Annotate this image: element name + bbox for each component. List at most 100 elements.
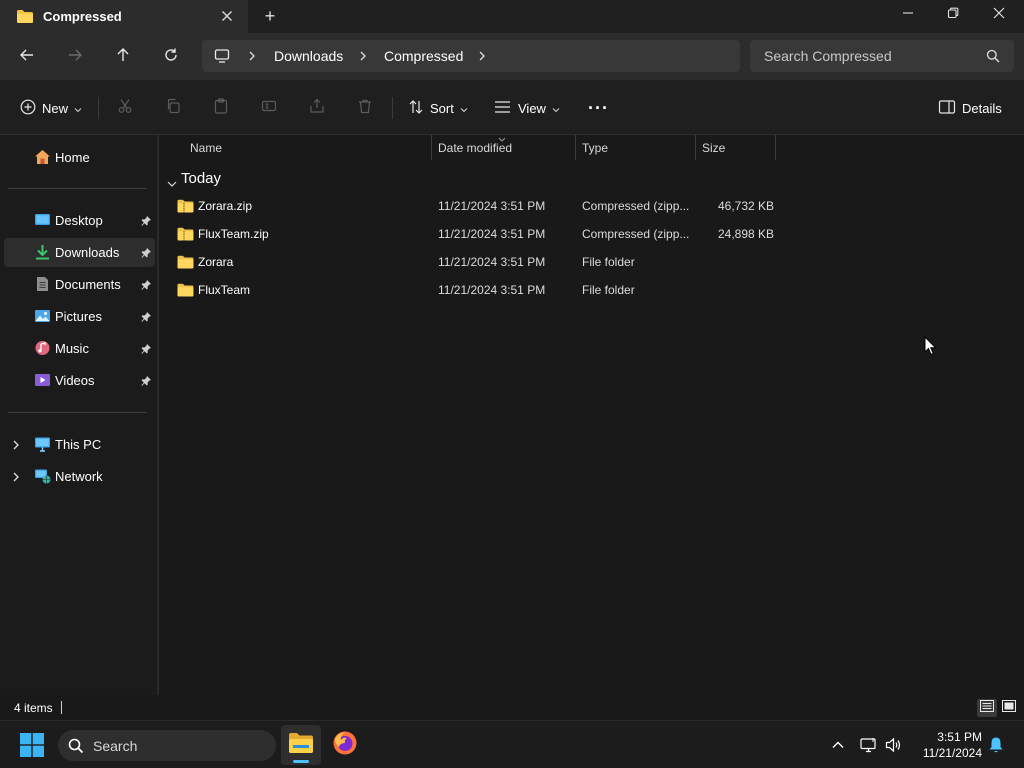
sidebar-item-documents[interactable]: Documents (4, 270, 155, 299)
chevron-right-icon[interactable] (476, 49, 488, 63)
music-icon (34, 340, 51, 361)
minimize-button[interactable] (885, 0, 931, 30)
sort-icon (408, 99, 424, 118)
breadcrumb-compressed[interactable]: Compressed (384, 48, 463, 64)
forward-button[interactable] (62, 44, 88, 70)
copy-icon (165, 98, 181, 119)
pin-icon[interactable] (141, 278, 152, 296)
pictures-icon (34, 308, 51, 329)
arrow-up-icon (115, 47, 131, 68)
restore-icon (947, 6, 959, 24)
taskbar-firefox-button[interactable] (325, 725, 365, 765)
sidebar-item-downloads[interactable]: Downloads (4, 238, 155, 267)
delete-button[interactable] (354, 97, 376, 119)
sidebar-item-music[interactable]: Music (4, 334, 155, 363)
sidebar-item-this-pc[interactable]: This PC (4, 430, 155, 459)
paste-button[interactable] (210, 97, 232, 119)
details-button[interactable]: Details (938, 95, 1002, 121)
column-header-date[interactable]: Date modified (432, 135, 575, 161)
file-type: Compressed (zipp... (582, 199, 690, 213)
sidebar-item-network[interactable]: Network (4, 462, 155, 491)
pc-icon[interactable] (214, 48, 230, 69)
view-button[interactable]: View (494, 95, 560, 121)
refresh-button[interactable] (158, 44, 184, 70)
zip-folder-icon (177, 199, 194, 218)
copy-button[interactable] (162, 97, 184, 119)
close-icon[interactable] (218, 7, 236, 25)
file-date: 11/21/2024 3:51 PM (438, 283, 546, 297)
rename-icon (261, 98, 277, 119)
tiles-view-button[interactable] (999, 699, 1019, 717)
sidebar-item-home[interactable]: Home (4, 143, 155, 172)
plus-icon: + (264, 5, 276, 26)
close-window-button[interactable] (976, 0, 1022, 30)
item-count: 4 items (14, 701, 53, 715)
chevron-down-icon (74, 101, 82, 116)
file-type: File folder (582, 283, 635, 297)
rename-button[interactable] (258, 97, 280, 119)
sidebar-item-pictures[interactable]: Pictures (4, 302, 155, 331)
sort-button[interactable]: Sort (408, 95, 468, 121)
view-label: View (518, 100, 546, 116)
file-name: FluxTeam.zip (198, 227, 269, 241)
chevron-right-icon[interactable] (12, 470, 20, 488)
tab-compressed[interactable]: Compressed (0, 0, 248, 33)
column-header-name[interactable]: Name (159, 135, 431, 161)
minimize-icon (902, 6, 914, 24)
table-row[interactable]: Zorara.zip 11/21/2024 3:51 PM Compressed… (159, 192, 779, 220)
up-button[interactable] (110, 44, 136, 70)
arrow-left-icon (19, 47, 35, 68)
file-type: Compressed (zipp... (582, 227, 690, 241)
cut-button[interactable] (114, 97, 136, 119)
more-options-button[interactable]: ··· (588, 95, 609, 121)
search-input[interactable]: Search Compressed (750, 40, 1014, 72)
folder-icon (16, 9, 34, 29)
search-icon (68, 738, 84, 759)
breadcrumb-downloads[interactable]: Downloads (274, 48, 343, 64)
windows-start-icon[interactable] (20, 733, 44, 762)
plus-circle-icon (20, 99, 36, 118)
table-row[interactable]: FluxTeam 11/21/2024 3:51 PM File folder (159, 276, 779, 304)
sidebar-label-documents: Documents (55, 277, 121, 292)
pin-icon[interactable] (141, 246, 152, 264)
pin-icon[interactable] (141, 342, 152, 360)
network-status-icon[interactable] (859, 735, 879, 755)
column-header-type[interactable]: Type (576, 135, 695, 161)
pin-icon[interactable] (141, 310, 152, 328)
file-date: 11/21/2024 3:51 PM (438, 255, 546, 269)
tab-title: Compressed (43, 9, 122, 24)
refresh-icon (163, 47, 179, 68)
sort-indicator-icon (498, 131, 506, 145)
taskbar-search-box[interactable]: Search (58, 730, 276, 761)
notification-bell-icon[interactable] (986, 735, 1006, 755)
pin-icon[interactable] (141, 214, 152, 232)
share-button[interactable] (306, 97, 328, 119)
column-header-size[interactable]: Size (696, 135, 775, 161)
new-label: New (42, 100, 69, 116)
chevron-right-icon[interactable] (357, 49, 369, 63)
chevron-down-icon (460, 101, 468, 116)
chevron-right-icon[interactable] (246, 49, 258, 63)
table-row[interactable]: Zorara 11/21/2024 3:51 PM File folder (159, 248, 779, 276)
chevron-right-icon[interactable] (12, 438, 20, 456)
details-view-button[interactable] (977, 699, 997, 717)
new-tab-button[interactable]: + (260, 6, 280, 26)
restore-button[interactable] (930, 0, 976, 30)
details-pane-icon (938, 99, 956, 118)
search-icon[interactable] (986, 49, 1000, 68)
address-bar[interactable]: Downloads Compressed (202, 40, 740, 72)
sidebar-label-downloads: Downloads (55, 245, 120, 260)
taskbar-clock[interactable]: 3:51 PM 11/21/2024 (918, 729, 982, 761)
file-type: File folder (582, 255, 635, 269)
sidebar-label-videos: Videos (55, 373, 95, 388)
volume-icon[interactable] (884, 735, 904, 755)
table-row[interactable]: FluxTeam.zip 11/21/2024 3:51 PM Compress… (159, 220, 779, 248)
new-button[interactable]: New (20, 95, 82, 121)
back-button[interactable] (14, 44, 40, 70)
pin-icon[interactable] (141, 374, 152, 392)
sidebar-item-desktop[interactable]: Desktop (4, 206, 155, 235)
taskbar-file-explorer-button[interactable] (281, 725, 321, 765)
column-divider[interactable] (775, 135, 776, 160)
chevron-up-icon[interactable] (828, 735, 848, 755)
sidebar-item-videos[interactable]: Videos (4, 366, 155, 395)
